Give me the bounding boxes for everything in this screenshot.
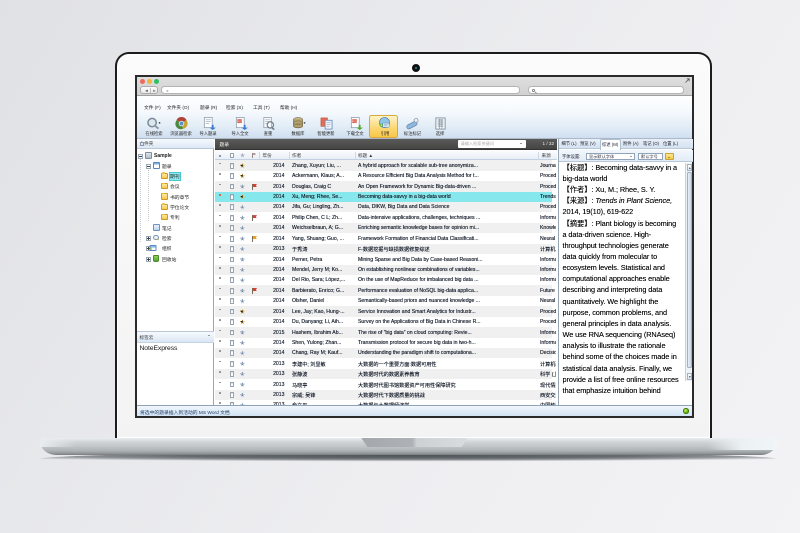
svg-text:PDF: PDF	[237, 120, 243, 124]
svg-text:PDF: PDF	[352, 120, 358, 124]
